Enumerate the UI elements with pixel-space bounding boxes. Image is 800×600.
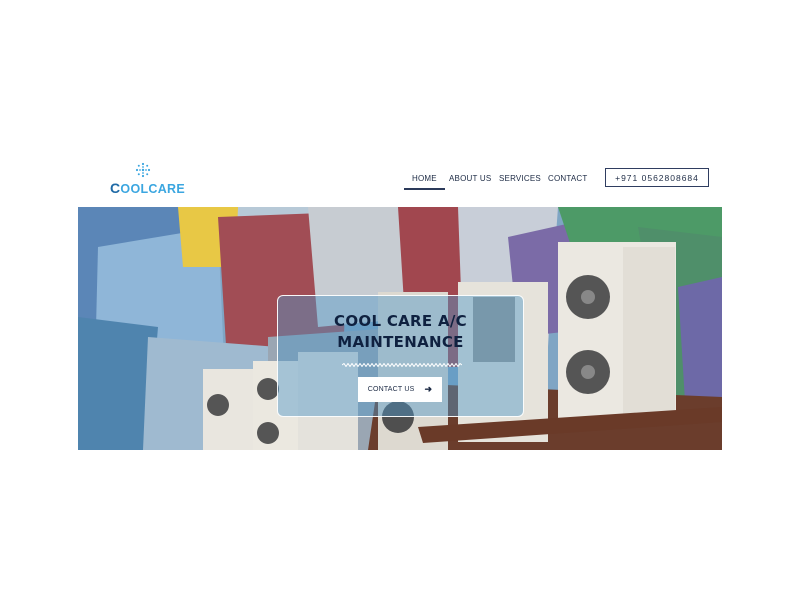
arrow-right-icon: ➜ [424, 384, 433, 394]
snowflake-icon [135, 162, 151, 178]
logo[interactable]: COOLCARE [108, 162, 188, 196]
hero-banner: COOL CARE A/C MAINTENANCE CONTACT US ➜ [78, 207, 722, 450]
wavy-divider [342, 363, 462, 367]
hero-title-line2: MAINTENANCE [337, 333, 464, 351]
contact-us-button[interactable]: CONTACT US ➜ [358, 377, 442, 402]
hero-title: COOL CARE A/C MAINTENANCE [278, 311, 523, 353]
hero-title-line1: COOL CARE A/C [334, 312, 467, 330]
contact-us-label: CONTACT US [367, 386, 415, 393]
nav-about-us[interactable]: ABOUT US [449, 174, 491, 183]
logo-text: COOLCARE [110, 180, 186, 196]
nav-contact[interactable]: CONTACT [548, 174, 587, 183]
phone-button[interactable]: +971 0562808684 [605, 168, 709, 187]
nav-home[interactable]: HOME [404, 174, 445, 190]
nav-services[interactable]: SERVICES [499, 174, 541, 183]
hero-overlay-card: COOL CARE A/C MAINTENANCE CONTACT US ➜ [277, 295, 524, 417]
site-header: COOLCARE HOME ABOUT US SERVICES CONTACT … [0, 150, 800, 206]
